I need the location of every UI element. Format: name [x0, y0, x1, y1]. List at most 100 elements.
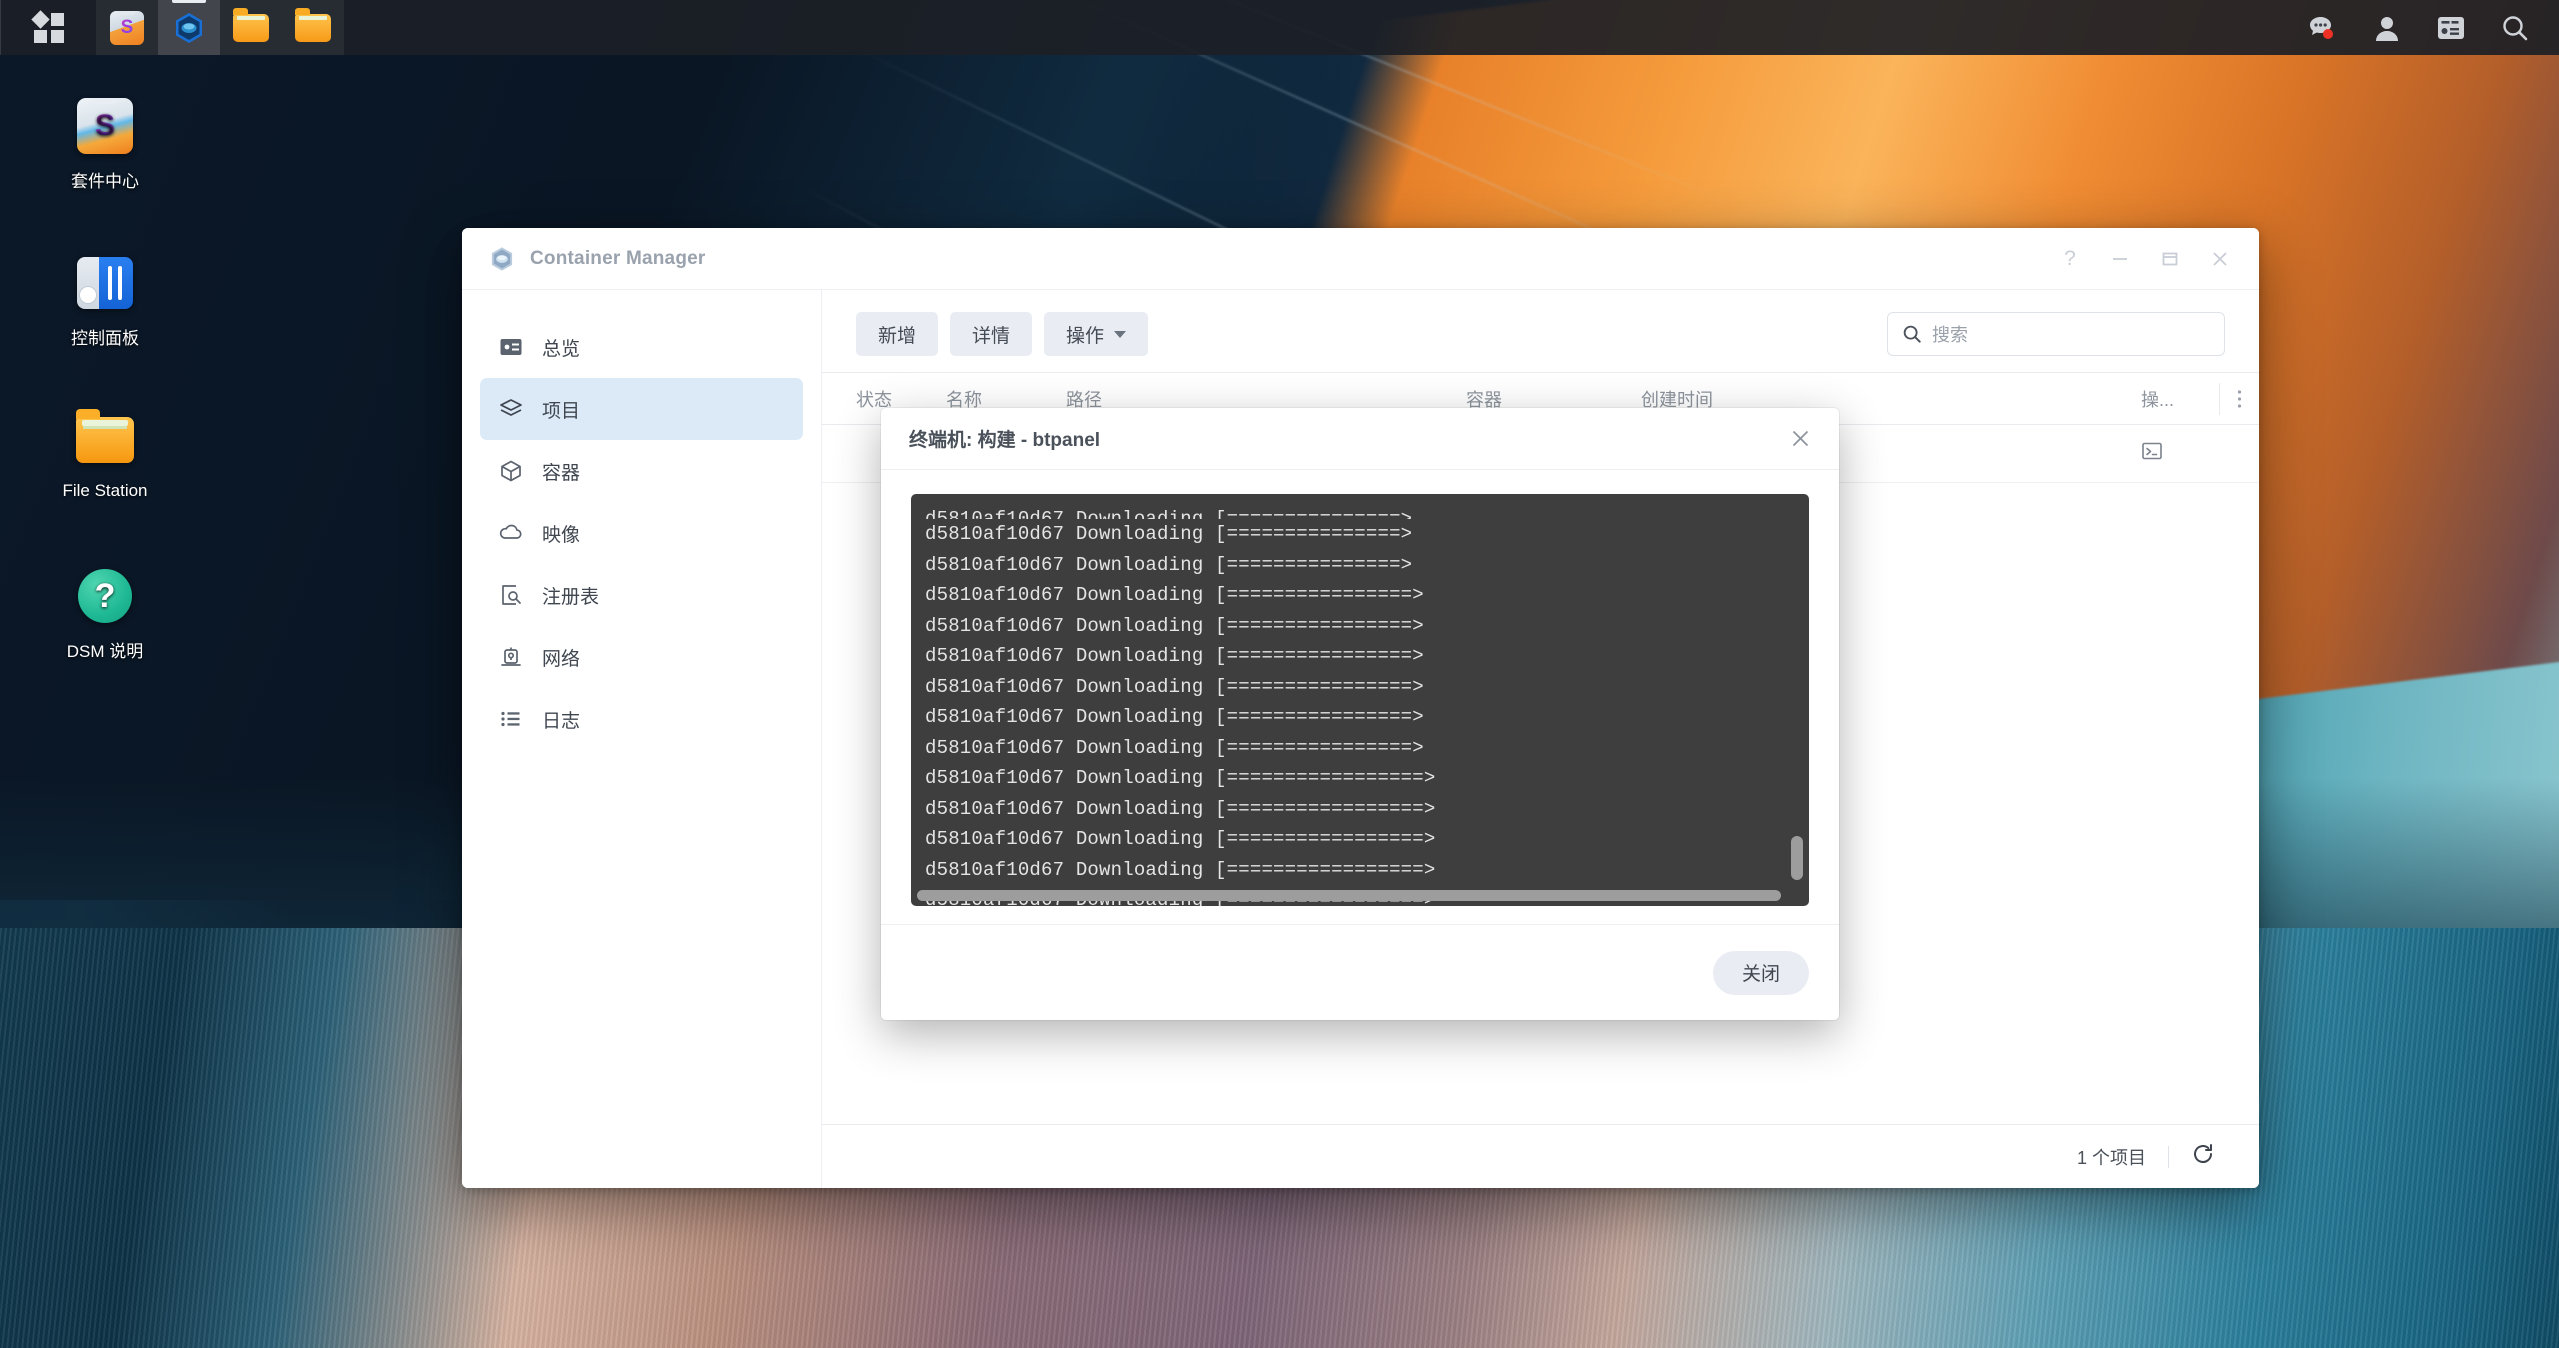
taskbar-left-group: [0, 0, 344, 55]
chat-bubble-icon: [2308, 15, 2338, 41]
divider: [2168, 1146, 2169, 1168]
terminal-line-partial: d5810af10d67 Downloading [==============…: [925, 504, 1809, 519]
refresh-icon[interactable]: [2191, 1142, 2215, 1171]
status-bar: 1 个项目: [822, 1124, 2259, 1188]
details-button[interactable]: 详情: [950, 312, 1032, 356]
control-panel-icon: [35, 252, 175, 314]
toolbar: 新增 详情 操作 搜索: [822, 290, 2259, 372]
close-button[interactable]: [2197, 238, 2243, 280]
taskbar: [0, 0, 2559, 55]
cube-icon: [498, 458, 524, 484]
user-icon: [2373, 14, 2401, 42]
sidebar: 总览 项目 容器: [462, 290, 822, 1188]
terminal-line: d5810af10d67 Downloading [==============…: [925, 580, 1809, 611]
overview-card-icon: [498, 334, 524, 360]
sidebar-item-project[interactable]: 项目: [480, 378, 803, 440]
terminal-line: d5810af10d67 Downloading [==============…: [925, 519, 1809, 550]
folder-icon: [295, 14, 331, 42]
help-button[interactable]: ?: [2047, 238, 2093, 280]
terminal-dialog-title: 终端机: 构建 - btpanel: [909, 425, 1100, 452]
window-controls: ?: [2047, 238, 2243, 280]
search-icon: [1902, 324, 1922, 344]
add-button[interactable]: 新增: [856, 312, 938, 356]
window-titlebar[interactable]: Container Manager ?: [462, 228, 2259, 290]
terminal-line: d5810af10d67 Downloading [==============…: [925, 763, 1809, 794]
sidebar-item-network[interactable]: 网络: [480, 626, 803, 688]
terminal-line: d5810af10d67 Downloading [==============…: [925, 733, 1809, 764]
taskbar-app-container-manager[interactable]: [158, 0, 220, 55]
terminal-line: d5810af10d67 Downloading [==============…: [925, 794, 1809, 825]
close-icon[interactable]: [1783, 422, 1817, 456]
terminal-line: d5810af10d67 Downloading [==============…: [925, 855, 1809, 886]
terminal-icon[interactable]: [2141, 440, 2219, 467]
network-icon: [498, 644, 524, 670]
desktop-icon-control-panel[interactable]: 控制面板: [35, 252, 175, 349]
terminal-output-container: d5810af10d67 Downloading [==============…: [881, 470, 1839, 924]
layers-icon: [498, 396, 524, 422]
user-account-button[interactable]: [2355, 0, 2419, 55]
registry-search-icon: [498, 582, 524, 608]
maximize-button[interactable]: [2147, 238, 2193, 280]
terminal-line: d5810af10d67 Downloading [==============…: [925, 550, 1809, 581]
sidebar-item-log[interactable]: 日志: [480, 688, 803, 750]
cloud-icon: [498, 520, 524, 546]
folder-icon: [233, 14, 269, 42]
desktop-icon-package-center[interactable]: 套件中心: [35, 95, 175, 192]
help-question-icon: ?: [35, 565, 175, 627]
desktop-icon-dsm-help[interactable]: ? DSM 说明: [35, 565, 175, 662]
column-header-action[interactable]: 操...: [2141, 386, 2219, 412]
terminal-dialog-footer: 关闭: [881, 924, 1839, 1020]
sidebar-item-label: 注册表: [542, 582, 599, 609]
search-button[interactable]: [2483, 0, 2547, 55]
terminal-screen[interactable]: d5810af10d67 Downloading [==============…: [911, 494, 1809, 906]
search-input[interactable]: 搜索: [1887, 312, 2225, 356]
package-center-icon: [110, 11, 144, 45]
sidebar-item-label: 日志: [542, 706, 580, 733]
desktop-icon-file-station[interactable]: File Station: [35, 409, 175, 501]
taskbar-app-package-center[interactable]: [96, 0, 158, 55]
close-dialog-button[interactable]: 关闭: [1713, 951, 1809, 995]
terminal-line: d5810af10d67 Downloading [==============…: [925, 611, 1809, 642]
kebab-menu-icon[interactable]: [2219, 383, 2259, 415]
sidebar-item-image[interactable]: 映像: [480, 502, 803, 564]
widgets-button[interactable]: [2419, 0, 2483, 55]
action-menu-label: 操作: [1066, 321, 1104, 348]
desktop-icon-label: 套件中心: [35, 167, 175, 192]
main-menu-button[interactable]: [0, 0, 96, 55]
sidebar-item-label: 项目: [542, 396, 580, 423]
desktop-icon-label: File Station: [35, 481, 175, 501]
sidebar-item-container[interactable]: 容器: [480, 440, 803, 502]
grid-apps-icon: [34, 13, 64, 43]
terminal-line: d5810af10d67 Downloading [==============…: [925, 641, 1809, 672]
chevron-down-icon: [1114, 331, 1126, 338]
sidebar-item-label: 总览: [542, 334, 580, 361]
desktop-icon-label: 控制面板: [35, 324, 175, 349]
notifications-button[interactable]: [2291, 0, 2355, 55]
taskbar-app-file-station-2[interactable]: [282, 0, 344, 55]
item-count-label: 1 个项目: [2077, 1144, 2146, 1170]
folder-icon: [35, 409, 175, 471]
sidebar-item-registry[interactable]: 注册表: [480, 564, 803, 626]
terminal-line: d5810af10d67 Downloading [==============…: [925, 702, 1809, 733]
terminal-vertical-scrollbar[interactable]: [1791, 836, 1803, 880]
taskbar-app-file-station-1[interactable]: [220, 0, 282, 55]
page-title: Container Manager: [530, 248, 706, 270]
terminal-horizontal-scrollbar[interactable]: [917, 890, 1781, 901]
terminal-dialog-header: 终端机: 构建 - btpanel: [881, 408, 1839, 470]
container-manager-icon: [171, 10, 207, 46]
action-menu-button[interactable]: 操作: [1044, 312, 1148, 356]
package-center-icon: [35, 95, 175, 157]
terminal-dialog: 终端机: 构建 - btpanel d5810af10d67 Downloadi…: [881, 408, 1839, 1020]
list-log-icon: [498, 706, 524, 732]
container-manager-icon: [488, 245, 516, 273]
desktop-icon-label: DSM 说明: [35, 637, 175, 662]
widget-panel-icon: [2436, 15, 2466, 41]
search-placeholder: 搜索: [1932, 321, 1968, 347]
minimize-button[interactable]: [2097, 238, 2143, 280]
taskbar-app-group: [96, 0, 344, 55]
terminal-line: d5810af10d67 Downloading [==============…: [925, 824, 1809, 855]
sidebar-item-label: 映像: [542, 520, 580, 547]
sidebar-item-overview[interactable]: 总览: [480, 316, 803, 378]
terminal-line: d5810af10d67 Downloading [==============…: [925, 672, 1809, 703]
taskbar-right-group: [2291, 0, 2559, 55]
